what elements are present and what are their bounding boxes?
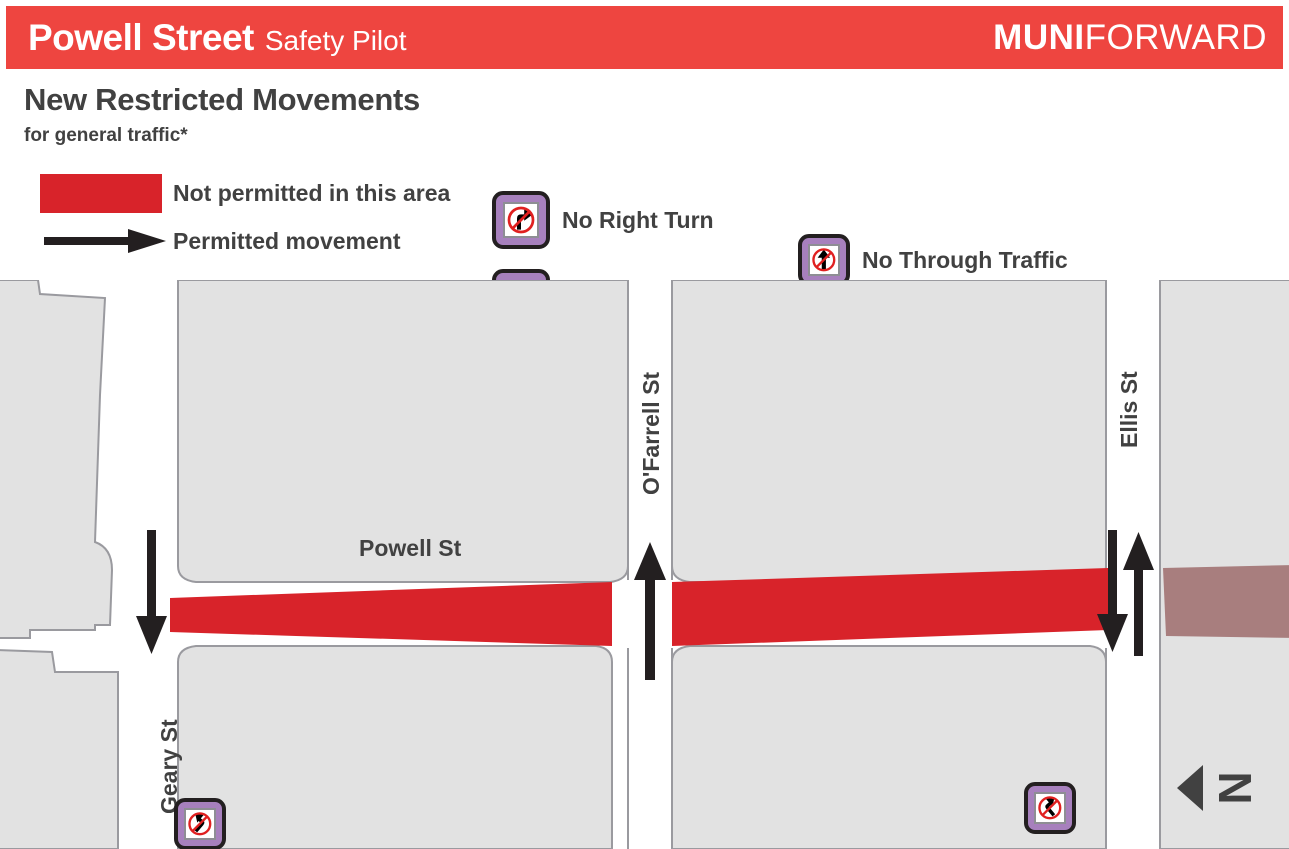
street-label-ellis-st: Ellis St xyxy=(1116,371,1142,448)
legend-panel: New Restricted Movements for general tra… xyxy=(0,69,1289,327)
header-title-group: Powell Street Safety Pilot xyxy=(28,17,407,59)
legend-title: New Restricted Movements xyxy=(24,82,420,117)
legend-swatch-permitted-arrow xyxy=(44,228,166,254)
legend-swatch-restricted xyxy=(40,174,162,213)
sign-inner-plate xyxy=(184,808,216,840)
page-title: Powell Street xyxy=(28,16,254,58)
brand-muni-text: MUNI xyxy=(993,17,1085,57)
legend-swatch-permitted-label: Permitted movement xyxy=(173,228,401,254)
sign-inner-plate xyxy=(808,244,840,276)
legend-subtitle: for general traffic* xyxy=(24,125,188,146)
sign-inner-plate xyxy=(1034,792,1066,824)
no-right-turn-icon xyxy=(492,191,550,249)
legend-label-no-right-turn: No Right Turn xyxy=(562,206,714,233)
page-subtitle: Safety Pilot xyxy=(264,24,407,56)
street-label-ofarrell-st: O'Farrell St xyxy=(638,371,664,495)
map-canvas[interactable]: Powell St O'Farrell St Ellis St Geary St xyxy=(0,280,1289,849)
legend-item-no-through-traffic: No Through Traffic xyxy=(798,234,1068,286)
parcel-highlight xyxy=(1163,565,1289,638)
brand-forward-text: FORWARD xyxy=(1084,17,1267,57)
map-basemap xyxy=(0,280,1289,849)
page-header: Powell Street Safety Pilot MUNI FORWARD xyxy=(6,6,1283,69)
north-arrow: N xyxy=(1175,757,1265,819)
legend-label-no-through-traffic: No Through Traffic xyxy=(862,246,1068,273)
legend-swatch-restricted-label: Not permitted in this area xyxy=(173,180,451,206)
muni-forward-logo: MUNI FORWARD xyxy=(993,18,1267,58)
north-arrow-label: N xyxy=(1209,771,1261,804)
map-sign-geary-no-left-turn[interactable] xyxy=(174,798,226,849)
sign-inner-plate xyxy=(503,202,539,238)
map-sign-ellis-no-right-turn[interactable] xyxy=(1024,782,1076,834)
no-through-traffic-icon xyxy=(798,234,850,286)
street-label-powell-st: Powell St xyxy=(359,535,462,561)
legend-item-no-right-turn: No Right Turn xyxy=(492,191,714,249)
